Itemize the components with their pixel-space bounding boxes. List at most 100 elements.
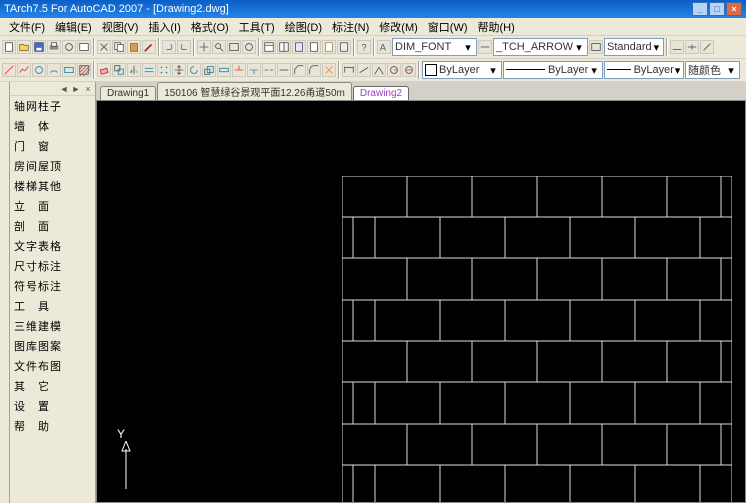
chamfer-icon[interactable] [292,63,306,77]
tab-drawing2[interactable]: Drawing2 [353,86,409,100]
menu-dimension[interactable]: 标注(N) [327,18,374,36]
zoom-previous-icon[interactable] [242,40,256,54]
pline-icon[interactable] [17,63,31,77]
rotate-icon[interactable] [187,63,201,77]
redo-icon[interactable] [177,40,191,54]
move-icon[interactable] [172,63,186,77]
dim-style3-icon[interactable] [700,40,714,54]
sidebar-item-symbol[interactable]: 符号标注 [10,276,95,296]
dimstyle-combo[interactable]: _TCH_ARROW▾ [493,38,588,56]
panel-right-icon[interactable]: ► [71,84,81,94]
sidebar-item-tools[interactable]: 工 具 [10,296,95,316]
dim-radius-icon[interactable] [387,63,401,77]
tab-drawing1[interactable]: Drawing1 [100,86,156,100]
minimize-button[interactable]: _ [692,2,708,16]
design-center-icon[interactable] [277,40,291,54]
explode-icon[interactable] [322,63,336,77]
sidebar-item-section[interactable]: 剖 面 [10,216,95,236]
tablestyle-combo[interactable]: Standard▾ [604,38,664,56]
panel-left-icon[interactable]: ◄ [59,84,69,94]
dim-style2-icon[interactable] [685,40,699,54]
tablestyle-icon[interactable] [589,40,603,54]
tab-drawing-long[interactable]: 150106 智慧绿谷景观平面12.26甬道50m [157,82,352,100]
sheetset-icon[interactable] [307,40,321,54]
textstyle-icon[interactable]: A [377,40,391,54]
offset-icon[interactable] [142,63,156,77]
dim-diameter-icon[interactable] [402,63,416,77]
menu-draw[interactable]: 绘图(D) [280,18,327,36]
pan-icon[interactable] [197,40,211,54]
sidebar-item-room[interactable]: 房间屋顶 [10,156,95,176]
zoom-window-icon[interactable] [227,40,241,54]
erase-icon[interactable] [97,63,111,77]
sidebar-item-wall[interactable]: 墙 体 [10,116,95,136]
lineweight-combo[interactable]: ByLayer▾ [604,61,684,79]
menu-format[interactable]: 格式(O) [186,18,234,36]
circle-icon[interactable] [32,63,46,77]
dim-aligned-icon[interactable] [357,63,371,77]
menu-edit[interactable]: 编辑(E) [50,18,97,36]
stretch-icon[interactable] [217,63,231,77]
color-combo[interactable]: ByLayer▾ [422,61,502,79]
rectangle-icon[interactable] [62,63,76,77]
sidebar-item-door[interactable]: 门 窗 [10,136,95,156]
markup-icon[interactable] [322,40,336,54]
dimstyle-icon[interactable] [478,40,492,54]
array-icon[interactable] [157,63,171,77]
sidebar-item-library[interactable]: 图库图案 [10,336,95,356]
sidebar-item-stair[interactable]: 楼梯其他 [10,176,95,196]
plotstyle-combo[interactable]: 随颜色▾ [685,61,740,79]
sidebar-item-settings[interactable]: 设 置 [10,396,95,416]
sidebar-item-file[interactable]: 文件布图 [10,356,95,376]
paste-icon[interactable] [127,40,141,54]
menu-insert[interactable]: 插入(I) [143,18,185,36]
close-button[interactable]: × [726,2,742,16]
print-icon[interactable] [47,40,61,54]
help-icon[interactable]: ? [357,40,371,54]
cut-icon[interactable] [97,40,111,54]
dim-angular-icon[interactable] [372,63,386,77]
sidebar-item-3d[interactable]: 三维建模 [10,316,95,336]
copy2-icon[interactable] [112,63,126,77]
sidebar-item-dim[interactable]: 尺寸标注 [10,256,95,276]
extend-icon[interactable] [247,63,261,77]
sidebar-item-other[interactable]: 其 它 [10,376,95,396]
panel-close-icon[interactable]: × [83,84,93,94]
tool-palette-icon[interactable] [292,40,306,54]
dim-style1-icon[interactable] [670,40,684,54]
sidebar-item-help[interactable]: 帮 助 [10,416,95,436]
trim-icon[interactable] [232,63,246,77]
menu-tools[interactable]: 工具(T) [234,18,280,36]
calc-icon[interactable] [337,40,351,54]
fillet-icon[interactable] [307,63,321,77]
copy-icon[interactable] [112,40,126,54]
match-props-icon[interactable] [142,40,156,54]
menu-view[interactable]: 视图(V) [97,18,144,36]
zoom-icon[interactable] [212,40,226,54]
menu-help[interactable]: 帮助(H) [473,18,520,36]
textstyle-combo[interactable]: DIM_FONT▾ [392,38,477,56]
menu-window[interactable]: 窗口(W) [423,18,473,36]
hatch-icon[interactable] [77,63,91,77]
dock-bar[interactable] [0,82,10,503]
break-icon[interactable] [262,63,276,77]
scale-icon[interactable] [202,63,216,77]
dim-linear-icon[interactable] [342,63,356,77]
properties-icon[interactable] [262,40,276,54]
linetype-combo[interactable]: ByLayer▾ [503,61,603,79]
sidebar-item-text[interactable]: 文字表格 [10,236,95,256]
join-icon[interactable] [277,63,291,77]
arc-icon[interactable] [47,63,61,77]
publish-icon[interactable] [77,40,91,54]
drawing-canvas[interactable]: Y [96,100,746,503]
new-icon[interactable] [2,40,16,54]
maximize-button[interactable]: □ [709,2,725,16]
menu-modify[interactable]: 修改(M) [374,18,423,36]
plot-preview-icon[interactable] [62,40,76,54]
line-icon[interactable] [2,63,16,77]
sidebar-item-elev[interactable]: 立 面 [10,196,95,216]
undo-icon[interactable] [162,40,176,54]
sidebar-item-axis[interactable]: 轴网柱子 [10,96,95,116]
menu-file[interactable]: 文件(F) [4,18,50,36]
save-icon[interactable] [32,40,46,54]
